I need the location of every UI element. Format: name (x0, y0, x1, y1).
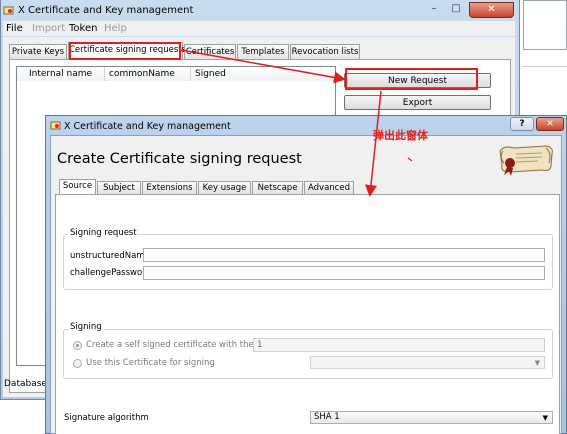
column-signed[interactable]: Signed (191, 67, 335, 81)
signing-request-label: Signing request (68, 228, 139, 238)
serial-input[interactable] (253, 338, 545, 352)
signing-group (63, 329, 553, 379)
tab-source[interactable]: Source (59, 179, 96, 195)
maximize-button[interactable]: □ (445, 2, 467, 16)
chevron-down-icon: ▼ (534, 359, 540, 367)
tab-certificates[interactable]: Certificates (184, 44, 236, 59)
signature-algorithm-value: SHA 1 (314, 412, 340, 422)
annotation-popup-text: 弹出此窗体 (373, 129, 428, 142)
tab-advanced[interactable]: Advanced (304, 181, 354, 194)
self-signed-radio[interactable] (73, 341, 82, 350)
use-certificate-label: Use this Certificate for signing (86, 358, 215, 368)
signing-certificate-select[interactable]: ▼ (310, 356, 545, 369)
annotation-highlight-tab (69, 42, 181, 60)
self-signed-label: Create a self signed certificate with th… (86, 340, 280, 350)
tab-revocation-lists[interactable]: Revocation lists (290, 44, 360, 59)
challenge-password-input[interactable] (143, 266, 545, 280)
tab-netscape[interactable]: Netscape (252, 181, 303, 194)
column-common-name[interactable]: commonName (105, 67, 191, 81)
tab-extensions[interactable]: Extensions (142, 181, 197, 194)
export-button[interactable]: Export (344, 95, 491, 110)
tab-key-usage[interactable]: Key usage (198, 181, 251, 194)
minimize-button[interactable]: – (423, 2, 445, 16)
menu-token[interactable]: Token (69, 23, 97, 34)
tab-subject[interactable]: Subject (97, 181, 141, 194)
background-window-fragment (523, 0, 567, 50)
export-label: Export (402, 98, 433, 108)
tab-source-label: Source (62, 181, 93, 191)
app-icon (3, 6, 14, 15)
tab-templates[interactable]: Templates (237, 44, 289, 59)
dialog-heading: Create Certificate signing request (57, 151, 302, 167)
divider (523, 66, 567, 67)
signing-label: Signing (68, 322, 104, 332)
menu-file[interactable]: File (6, 23, 23, 34)
signature-algorithm-select[interactable]: SHA 1 ▼ (310, 411, 553, 424)
window-title: X Certificate and Key management (18, 5, 194, 16)
chevron-down-icon: ▼ (542, 414, 548, 422)
challenge-password-label: challengePassword (70, 268, 151, 278)
dialog-close-button[interactable]: ✕ (536, 117, 564, 131)
app-icon (50, 121, 61, 130)
menu-import[interactable]: Import (32, 23, 65, 34)
use-certificate-radio[interactable] (73, 359, 82, 368)
unstructured-name-input[interactable] (143, 248, 545, 262)
scroll-seal-logo (499, 145, 553, 176)
unstructured-name-label: unstructuredName (70, 251, 150, 261)
close-button[interactable]: ✕ (469, 2, 514, 18)
signature-algorithm-label: Signature algorithm (64, 413, 149, 423)
status-database: Database (4, 379, 47, 389)
column-internal-name[interactable]: Internal name (17, 67, 105, 81)
signing-request-group (63, 234, 553, 290)
annotation-highlight-button (345, 68, 478, 90)
menu-help[interactable]: Help (104, 23, 127, 34)
tab-private-keys[interactable]: Private Keys (9, 44, 67, 59)
help-button[interactable]: ? (510, 117, 534, 131)
dialog-title: X Certificate and Key management (64, 121, 231, 132)
